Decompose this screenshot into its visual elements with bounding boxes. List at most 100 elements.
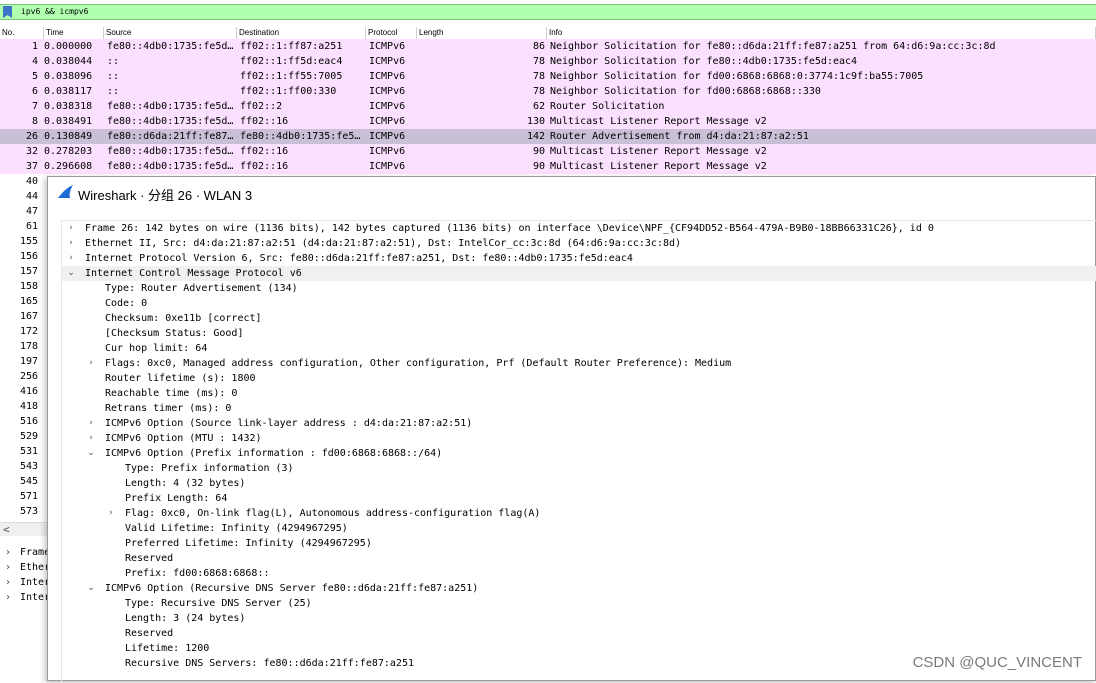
packet-row[interactable]: 8 0.038491 fe80::4db0:1735:fe5d… ff02::16 IC… — [0, 114, 1096, 129]
packet-row[interactable]: 167 — [0, 309, 47, 324]
packet-row[interactable]: 172 — [0, 324, 47, 339]
chevron-right-icon[interactable]: › — [66, 251, 76, 266]
packet-row[interactable]: 545 — [0, 474, 47, 489]
packet-row[interactable]: 157 — [0, 264, 47, 279]
tree-node[interactable]: Length: 3 (24 bytes) — [62, 611, 1096, 626]
tree-node[interactable]: Cur hop limit: 64 — [62, 341, 1096, 356]
packet-row[interactable]: 5 0.038096:: ff02::1:ff55:7005 ICMPv6 78 Neig… — [0, 69, 1096, 84]
tree-node[interactable]: Length: 4 (32 bytes) — [62, 476, 1096, 491]
chevron-down-icon[interactable]: ⌄ — [66, 266, 76, 281]
packet-detail-window[interactable]: Wireshark · 分组 26 · WLAN 3 › Frame 26: 14… — [47, 176, 1096, 683]
filter-input[interactable]: ipv6 && icmpv6 — [21, 7, 88, 17]
packet-row[interactable]: 529 — [0, 429, 47, 444]
window-titlebar[interactable]: Wireshark · 分组 26 · WLAN 3 — [48, 177, 1095, 209]
chevron-right-icon[interactable]: › — [66, 236, 76, 251]
packet-row[interactable]: 37 0.296608 fe80::4db0:1735:fe5d… ff02::16 I… — [0, 159, 1096, 174]
tree-node[interactable]: Valid Lifetime: Infinity (4294967295) — [62, 521, 1096, 536]
tree-node[interactable]: ⌄ ICMPv6 Option (Recursive DNS Server fe8… — [62, 581, 1096, 596]
column-header-info[interactable]: Info — [547, 27, 1096, 39]
packet-row[interactable]: 1 0.000000 fe80::4db0:1735:fe5d… ff02::1:ff… — [0, 39, 1096, 54]
column-header-protocol[interactable]: Protocol — [366, 27, 417, 39]
packet-cell-proto: ICMPv6 — [369, 146, 406, 157]
tree-node[interactable]: Router lifetime (s): 1800 — [62, 371, 1096, 386]
column-header-source[interactable]: Source — [104, 27, 237, 39]
packet-cell-no: 178 — [19, 341, 38, 352]
tree-node[interactable]: › ICMPv6 Option (Source link-layer addres… — [62, 416, 1096, 431]
packet-row[interactable]: 32 0.278203 fe80::4db0:1735:fe5d… ff02::16 I… — [0, 144, 1096, 159]
tree-node[interactable]: › Ethernet II, Src: d4:da:21:87:a2:51 (d4… — [62, 236, 1096, 251]
chevron-right-icon[interactable]: › — [86, 416, 96, 431]
packet-row[interactable]: 418 — [0, 399, 47, 414]
tree-node[interactable]: Prefix Length: 64 — [62, 491, 1096, 506]
tree-node[interactable]: › Frame 26: 142 bytes on wire (1136 bits)… — [62, 221, 1096, 236]
tree-node[interactable]: › Internet Protocol Version 6, Src: fe80:… — [62, 251, 1096, 266]
chevron-right-icon[interactable]: › — [66, 221, 76, 236]
tree-node[interactable]: Reserved — [62, 626, 1096, 641]
tree-node[interactable]: ⌄ Internet Control Message Protocol v6 — [62, 266, 1096, 281]
tree-node[interactable]: ⌄ ICMPv6 Option (Prefix information : fd0… — [62, 446, 1096, 461]
tree-node[interactable]: Reserved — [62, 551, 1096, 566]
chevron-right-icon[interactable]: › — [5, 545, 11, 560]
tree-node[interactable]: Type: Recursive DNS Server (25) — [62, 596, 1096, 611]
watermark: CSDN @QUC_VINCENT — [912, 654, 1082, 671]
tree-node[interactable]: Preferred Lifetime: Infinity (4294967295… — [62, 536, 1096, 551]
chevron-right-icon[interactable]: › — [106, 506, 116, 521]
column-header-length[interactable]: Length — [417, 27, 547, 39]
column-header-destination[interactable]: Destination — [237, 27, 366, 39]
packet-row[interactable]: 40 — [0, 174, 47, 189]
packet-row[interactable]: 26 0.130849 fe80::d6da:21ff:fe87… fe80::4db… — [0, 129, 1096, 144]
packet-row[interactable]: 571 — [0, 489, 47, 504]
display-filter-bar[interactable]: ipv6 && icmpv6 — [0, 4, 1096, 20]
tree-node[interactable]: Code: 0 — [62, 296, 1096, 311]
tree-node[interactable]: Type: Prefix information (3) — [62, 461, 1096, 476]
packet-row[interactable]: 61 — [0, 219, 47, 234]
packet-row[interactable]: 7 0.038318 fe80::4db0:1735:fe5d… ff02::2 ICM… — [0, 99, 1096, 114]
chevron-right-icon[interactable]: › — [5, 560, 11, 575]
packet-row[interactable]: 6 0.038117:: ff02::1:ff00:330 ICMPv6 78 Neigh… — [0, 84, 1096, 99]
tree-node[interactable]: Prefix: fd00:6868:6868:: — [62, 566, 1096, 581]
chevron-right-icon[interactable]: › — [86, 356, 96, 371]
chevron-right-icon[interactable]: › — [5, 575, 11, 590]
packet-row[interactable]: 543 — [0, 459, 47, 474]
packet-row[interactable]: 256 — [0, 369, 47, 384]
tree-node[interactable]: › Flags: 0xc0, Managed address configurat… — [62, 356, 1096, 371]
packet-row[interactable]: 158 — [0, 279, 47, 294]
packet-cell-src: :: — [107, 86, 120, 97]
horizontal-scrollbar[interactable]: < — [0, 522, 48, 536]
tree-node-label: Internet Control Message Protocol v6 — [85, 268, 302, 279]
packet-row[interactable]: 516 — [0, 414, 47, 429]
packet-row[interactable]: 416 — [0, 384, 47, 399]
packet-cell-no: 197 — [19, 356, 38, 367]
column-header-no[interactable]: No. — [0, 27, 44, 39]
packet-row[interactable]: 197 — [0, 354, 47, 369]
scroll-left-icon[interactable]: < — [3, 523, 10, 536]
chevron-right-icon[interactable]: › — [86, 431, 96, 446]
packet-detail-tree[interactable]: › Frame 26: 142 bytes on wire (1136 bits)… — [61, 220, 1096, 683]
tree-node[interactable]: Checksum: 0xe11b [correct] — [62, 311, 1096, 326]
tree-node-label: Cur hop limit: 64 — [105, 343, 208, 354]
chevron-right-icon[interactable]: › — [5, 590, 11, 605]
packet-row[interactable]: 165 — [0, 294, 47, 309]
tree-node[interactable]: Type: Router Advertisement (134) — [62, 281, 1096, 296]
tree-node[interactable]: › ICMPv6 Option (MTU : 1432) — [62, 431, 1096, 446]
chevron-down-icon[interactable]: ⌄ — [86, 581, 96, 596]
packet-row[interactable]: 155 — [0, 234, 47, 249]
tree-node[interactable]: [Checksum Status: Good] — [62, 326, 1096, 341]
tree-node[interactable]: › Flag: 0xc0, On-link flag(L), Autonomous… — [62, 506, 1096, 521]
tree-node[interactable]: Reachable time (ms): 0 — [62, 386, 1096, 401]
packet-cell-no: 172 — [19, 326, 38, 337]
packet-row[interactable]: 156 — [0, 249, 47, 264]
tree-node[interactable]: Retrans timer (ms): 0 — [62, 401, 1096, 416]
packet-cell-info: Router Solicitation — [550, 101, 665, 112]
bookmark-icon[interactable] — [3, 6, 12, 18]
packet-row[interactable]: 573 — [0, 504, 47, 519]
packet-row[interactable]: 531 — [0, 444, 47, 459]
packet-cell-len: 142 — [526, 131, 545, 142]
packet-cell-no: 545 — [19, 476, 38, 487]
packet-row[interactable]: 178 — [0, 339, 47, 354]
packet-row[interactable]: 47 — [0, 204, 47, 219]
packet-row[interactable]: 4 0.038044:: ff02::1:ff5d:eac4 ICMPv6 78 Neig… — [0, 54, 1096, 69]
column-header-time[interactable]: Time — [44, 27, 104, 39]
packet-row[interactable]: 44 — [0, 189, 47, 204]
chevron-down-icon[interactable]: ⌄ — [86, 446, 96, 461]
